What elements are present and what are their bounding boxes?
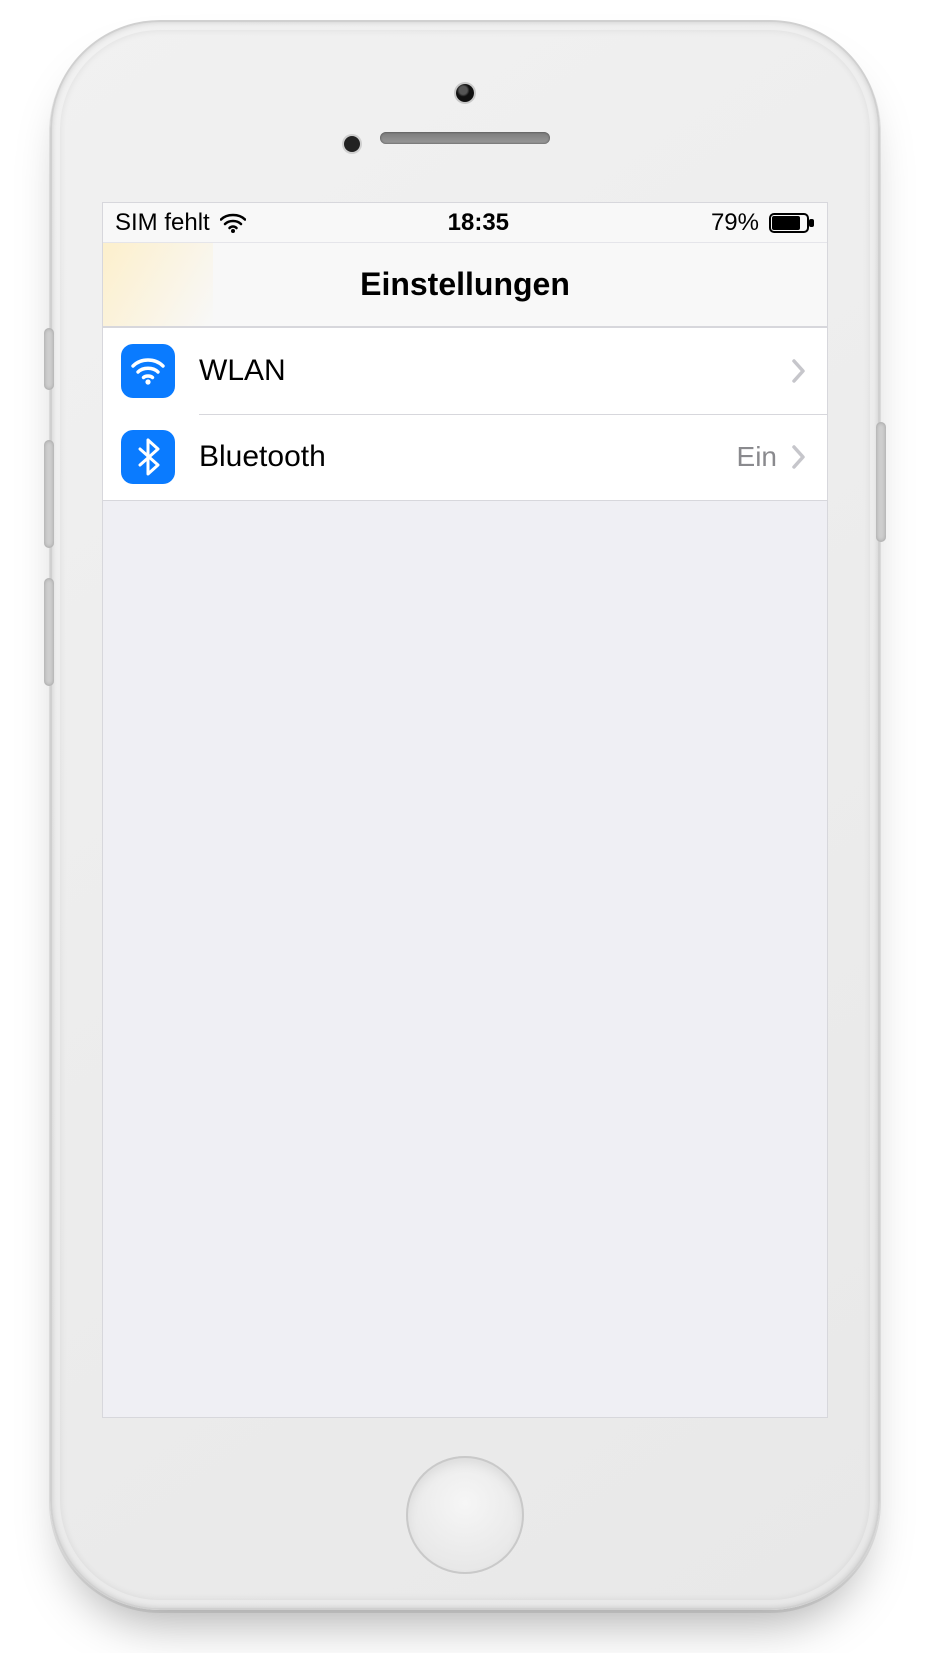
clock: 18:35 xyxy=(448,209,509,237)
battery-percent: 79% xyxy=(711,209,759,237)
row-bluetooth-label: Bluetooth xyxy=(199,440,737,474)
status-bar: SIM fehlt 18:35 79% xyxy=(103,203,827,243)
carrier-text: SIM fehlt xyxy=(115,209,210,237)
page-title: Einstellungen xyxy=(360,266,570,303)
wifi-icon xyxy=(220,213,246,233)
battery-icon xyxy=(769,213,815,233)
power-button[interactable] xyxy=(876,422,886,542)
navbar: Einstellungen xyxy=(103,243,827,327)
wifi-icon xyxy=(121,344,175,398)
settings-list: WLAN Bluetooth Ein xyxy=(103,327,827,501)
home-button[interactable] xyxy=(406,1456,524,1574)
phone-frame: SIM fehlt 18:35 79% xyxy=(50,20,880,1610)
row-bluetooth[interactable]: Bluetooth Ein xyxy=(103,414,827,500)
row-bluetooth-value: Ein xyxy=(737,441,777,473)
row-wlan[interactable]: WLAN xyxy=(103,328,827,414)
bluetooth-icon xyxy=(121,430,175,484)
front-camera xyxy=(456,84,474,102)
screen: SIM fehlt 18:35 79% xyxy=(102,202,828,1418)
proximity-sensor xyxy=(344,136,360,152)
chevron-right-icon xyxy=(791,444,807,470)
chevron-right-icon xyxy=(791,358,807,384)
earpiece-speaker xyxy=(380,132,550,144)
navbar-tint xyxy=(103,243,213,326)
volume-down-button[interactable] xyxy=(44,578,54,686)
volume-up-button[interactable] xyxy=(44,440,54,548)
row-wlan-label: WLAN xyxy=(199,354,777,388)
ring-silent-switch[interactable] xyxy=(44,328,54,390)
